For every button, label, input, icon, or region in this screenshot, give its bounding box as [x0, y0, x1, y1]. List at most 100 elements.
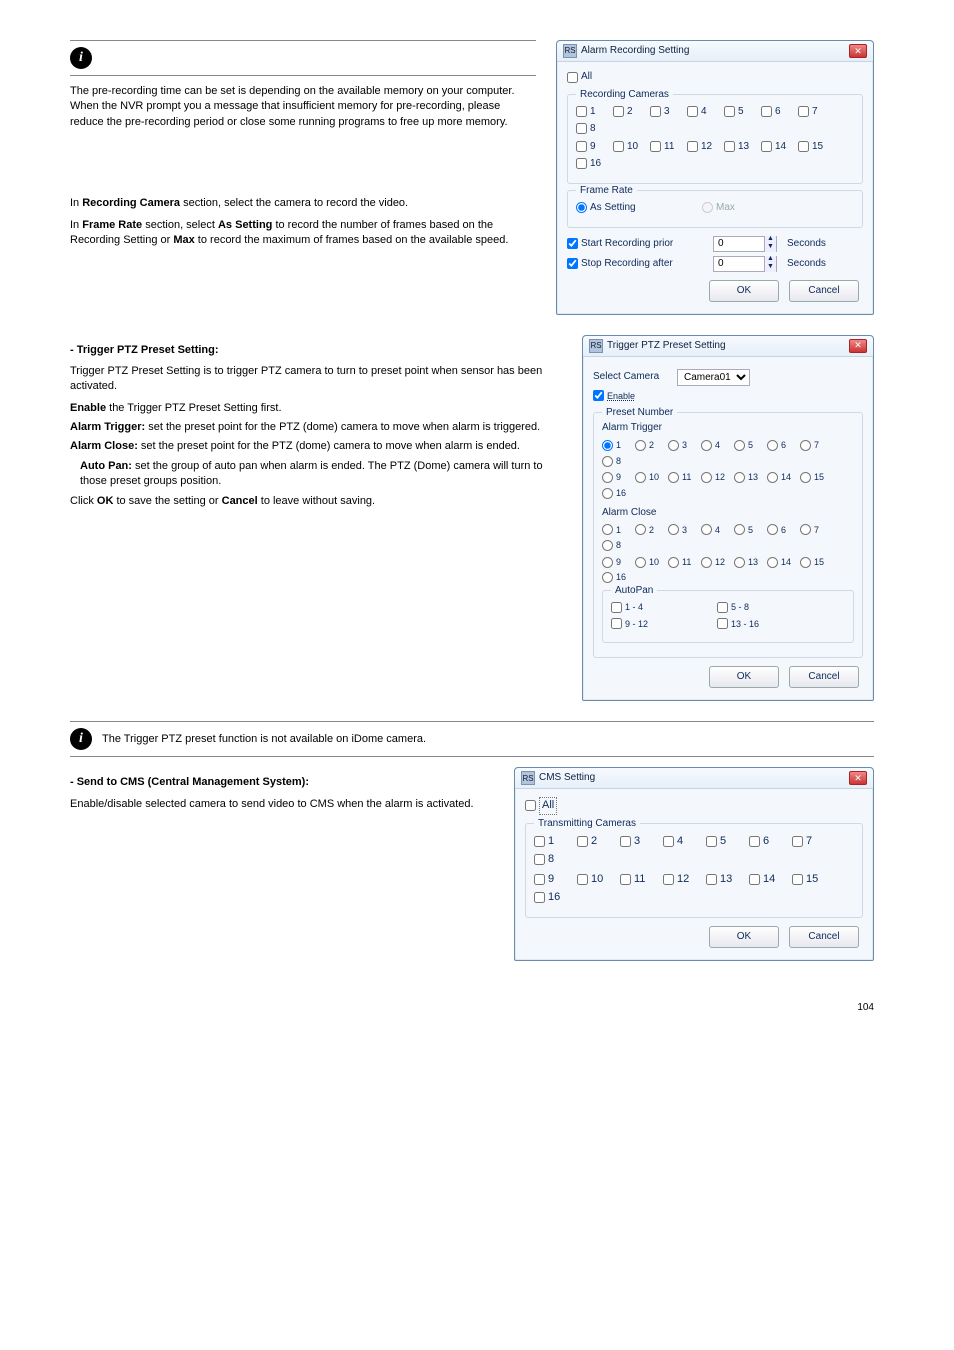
close-16[interactable]: 16	[602, 571, 632, 584]
close-12[interactable]: 12	[701, 556, 731, 569]
cam-5[interactable]: 5	[724, 105, 758, 119]
start-recording-prior-checkbox[interactable]: Start Recording prior	[567, 237, 707, 251]
page-number: 104	[70, 1001, 874, 1015]
cam-16[interactable]: 16	[576, 157, 610, 171]
cam-7[interactable]: 7	[798, 105, 832, 119]
recording-camera-desc: In Recording Camera section, select the …	[70, 196, 536, 211]
autopan-13-16[interactable]: 13 - 16	[717, 618, 759, 631]
autopan-5-8[interactable]: 5 - 8	[717, 601, 749, 614]
ok-button[interactable]: OK	[709, 666, 779, 688]
cam-13[interactable]: 13	[724, 140, 758, 154]
cam-3[interactable]: 3	[650, 105, 684, 119]
close-10[interactable]: 10	[635, 556, 665, 569]
tx-cam-11[interactable]: 11	[620, 872, 660, 887]
auto-pan-group: AutoPan 1 - 4 5 - 8 9 - 12 13 - 16	[602, 590, 854, 643]
close-4[interactable]: 4	[701, 524, 731, 537]
trig-9[interactable]: 9	[602, 471, 632, 484]
tx-cam-14[interactable]: 14	[749, 872, 789, 887]
cam-10[interactable]: 10	[613, 140, 647, 154]
cam-6[interactable]: 6	[761, 105, 795, 119]
close-icon[interactable]: ✕	[849, 339, 867, 353]
cancel-button[interactable]: Cancel	[789, 926, 859, 948]
trig-8[interactable]: 8	[602, 455, 632, 468]
spin-down-icon[interactable]: ▼	[765, 244, 776, 252]
trig-15[interactable]: 15	[800, 471, 830, 484]
tx-cam-3[interactable]: 3	[620, 834, 660, 849]
cam-1[interactable]: 1	[576, 105, 610, 119]
tx-cam-13[interactable]: 13	[706, 872, 746, 887]
cam-14[interactable]: 14	[761, 140, 795, 154]
autopan-9-12[interactable]: 9 - 12	[611, 618, 711, 631]
trig-5[interactable]: 5	[734, 439, 764, 452]
enable-checkbox[interactable]: Enable	[593, 390, 635, 403]
trig-6[interactable]: 6	[767, 439, 797, 452]
after-seconds-input[interactable]: ▲▼	[713, 256, 777, 272]
prior-seconds-input[interactable]: ▲▼	[713, 236, 777, 252]
frame-rate-group: Frame Rate As Setting Max	[567, 190, 863, 228]
camera-select[interactable]: Camera01	[677, 369, 750, 386]
close-11[interactable]: 11	[668, 556, 698, 569]
cam-15[interactable]: 15	[798, 140, 832, 154]
close-icon[interactable]: ✕	[849, 44, 867, 58]
tx-cam-7[interactable]: 7	[792, 834, 832, 849]
tx-cam-8[interactable]: 8	[534, 852, 574, 867]
trig-4[interactable]: 4	[701, 439, 731, 452]
tx-cam-10[interactable]: 10	[577, 872, 617, 887]
tx-cam-5[interactable]: 5	[706, 834, 746, 849]
trig-10[interactable]: 10	[635, 471, 665, 484]
as-setting-radio[interactable]: As Setting	[576, 201, 696, 215]
close-5[interactable]: 5	[734, 524, 764, 537]
trig-3[interactable]: 3	[668, 439, 698, 452]
cam-8[interactable]: 8	[576, 122, 610, 136]
tx-cam-16[interactable]: 16	[534, 890, 574, 905]
ptz-alarm-trigger-item: Alarm Trigger: set the preset point for …	[70, 420, 562, 435]
alarm-close-label: Alarm Close	[602, 506, 854, 520]
tx-cam-4[interactable]: 4	[663, 834, 703, 849]
tx-cam-2[interactable]: 2	[577, 834, 617, 849]
cam-9[interactable]: 9	[576, 140, 610, 154]
tx-cam-1[interactable]: 1	[534, 834, 574, 849]
trig-16[interactable]: 16	[602, 487, 632, 500]
close-13[interactable]: 13	[734, 556, 764, 569]
trig-12[interactable]: 12	[701, 471, 731, 484]
close-15[interactable]: 15	[800, 556, 830, 569]
max-radio[interactable]: Max	[702, 201, 736, 215]
stop-recording-after-checkbox[interactable]: Stop Recording after	[567, 257, 707, 271]
trig-7[interactable]: 7	[800, 439, 830, 452]
ptz-head: - Trigger PTZ Preset Setting:	[70, 343, 562, 358]
recording-cameras-group: Recording Cameras 1 2 3 4 5 6 7 8 9 10	[567, 94, 863, 184]
cms-head: - Send to CMS (Central Management System…	[70, 775, 494, 790]
spin-down-icon[interactable]: ▼	[765, 264, 776, 272]
trig-1[interactable]: 1	[602, 439, 632, 452]
cancel-button[interactable]: Cancel	[789, 666, 859, 688]
trig-2[interactable]: 2	[635, 439, 665, 452]
cam-2[interactable]: 2	[613, 105, 647, 119]
close-9[interactable]: 9	[602, 556, 632, 569]
tx-cam-6[interactable]: 6	[749, 834, 789, 849]
close-7[interactable]: 7	[800, 524, 830, 537]
close-icon[interactable]: ✕	[849, 771, 867, 785]
autopan-1-4[interactable]: 1 - 4	[611, 601, 711, 614]
cam-12[interactable]: 12	[687, 140, 721, 154]
close-14[interactable]: 14	[767, 556, 797, 569]
close-1[interactable]: 1	[602, 524, 632, 537]
close-2[interactable]: 2	[635, 524, 665, 537]
ok-button[interactable]: OK	[709, 926, 779, 948]
trig-14[interactable]: 14	[767, 471, 797, 484]
close-3[interactable]: 3	[668, 524, 698, 537]
cam-4[interactable]: 4	[687, 105, 721, 119]
cancel-button[interactable]: Cancel	[789, 280, 859, 302]
close-6[interactable]: 6	[767, 524, 797, 537]
trig-11[interactable]: 11	[668, 471, 698, 484]
close-8[interactable]: 8	[602, 539, 632, 552]
cms-all-checkbox[interactable]: All	[525, 797, 565, 814]
tx-cam-9[interactable]: 9	[534, 872, 574, 887]
tx-cam-12[interactable]: 12	[663, 872, 703, 887]
all-checkbox[interactable]: All	[567, 70, 601, 84]
trig-13[interactable]: 13	[734, 471, 764, 484]
ok-button[interactable]: OK	[709, 280, 779, 302]
dialog-title: Alarm Recording Setting	[581, 44, 849, 58]
tx-cam-15[interactable]: 15	[792, 872, 832, 887]
info-callout: i The Trigger PTZ preset function is not…	[70, 721, 874, 757]
cam-11[interactable]: 11	[650, 140, 684, 154]
